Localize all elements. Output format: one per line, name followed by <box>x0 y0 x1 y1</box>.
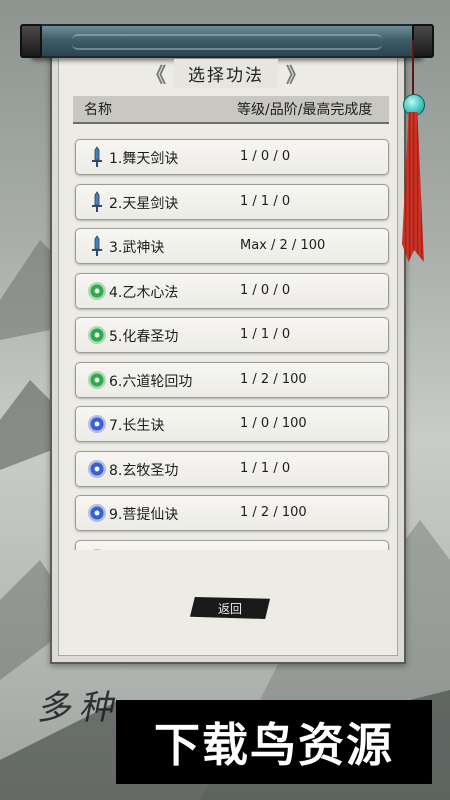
skill-stats: 1 / 0 / 0 <box>240 282 291 298</box>
title-left-bracket: 《 <box>146 62 166 87</box>
blue-orb-icon <box>86 458 108 480</box>
skill-row[interactable]: 4.乙木心法 1 / 0 / 0 <box>75 272 389 309</box>
scroll-rod <box>20 24 434 58</box>
header-name: 名称 <box>84 102 112 118</box>
skill-row[interactable]: 5.化春圣功 1 / 1 / 0 <box>75 317 389 353</box>
skill-name: 6.六道轮回功 <box>109 373 193 390</box>
blue-orb-icon <box>86 413 108 435</box>
skill-name: 9.菩提仙诀 <box>109 507 179 523</box>
scroll-cap-right <box>412 24 434 58</box>
title-bar: 《 选择功法 》 <box>50 58 402 88</box>
skill-row-partial[interactable] <box>75 539 389 550</box>
watermark-banner: 下载鸟资源 <box>116 700 432 784</box>
scroll-pattern <box>72 34 382 50</box>
skill-stats: 1 / 1 / 0 <box>240 193 291 209</box>
blue-orb-icon <box>86 502 108 524</box>
skill-name: 7.长生诀 <box>109 418 165 434</box>
skill-stats: 1 / 0 / 100 <box>240 416 307 431</box>
skill-row[interactable]: 3.武神诀 Max / 2 / 100 <box>75 228 389 264</box>
scroll-cap-left <box>20 24 42 58</box>
skill-row[interactable]: 6.六道轮回功 1 / 2 / 100 <box>75 361 389 398</box>
title-right-bracket: 》 <box>286 62 306 87</box>
skill-row[interactable]: 7.长生诀 1 / 0 / 100 <box>75 406 389 442</box>
table-header: 名称 等级/品阶/最高完成度 <box>73 96 389 124</box>
skill-row[interactable]: 9.菩提仙诀 1 / 2 / 100 <box>75 495 389 531</box>
green-orb-icon <box>86 280 108 302</box>
skill-row[interactable]: 8.玄牧圣功 1 / 1 / 0 <box>75 450 389 487</box>
skill-name: 1.舞天剑诀 <box>109 151 179 167</box>
skill-list[interactable]: 1.舞天剑诀 1 / 0 / 0 2.天星剑诀 1 / 1 / 0 3.武神诀 Max /… <box>73 128 391 550</box>
skill-stats: 1 / 0 / 0 <box>240 149 291 164</box>
page-title: 选择功法 <box>174 58 278 88</box>
skill-stats: 1 / 1 / 0 <box>240 327 291 342</box>
back-button[interactable]: 返回 <box>190 597 270 619</box>
header-info: 等级/品阶/最高完成度 <box>237 102 373 118</box>
sword-icon <box>86 146 108 168</box>
sword-icon <box>86 190 108 213</box>
green-orb-icon <box>86 324 108 346</box>
skill-stats: Max / 2 / 100 <box>240 238 326 253</box>
skill-row[interactable]: 2.天星剑诀 1 / 1 / 0 <box>75 183 389 220</box>
skill-stats: 1 / 2 / 100 <box>240 371 307 387</box>
green-orb-icon <box>86 369 108 391</box>
skill-name: 8.玄牧圣功 <box>109 462 179 479</box>
skill-name: 4.乙木心法 <box>109 284 179 301</box>
sword-icon <box>86 235 108 257</box>
skill-name: 5.化春圣功 <box>109 329 179 345</box>
red-orb-icon <box>86 547 108 550</box>
skill-stats: 1 / 2 / 100 <box>240 505 307 520</box>
skill-stats: 1 / 1 / 0 <box>240 460 291 476</box>
skill-row[interactable]: 1.舞天剑诀 1 / 0 / 0 <box>75 139 389 175</box>
skill-name: 2.天星剑诀 <box>109 195 179 212</box>
skill-name: 3.武神诀 <box>109 240 165 256</box>
